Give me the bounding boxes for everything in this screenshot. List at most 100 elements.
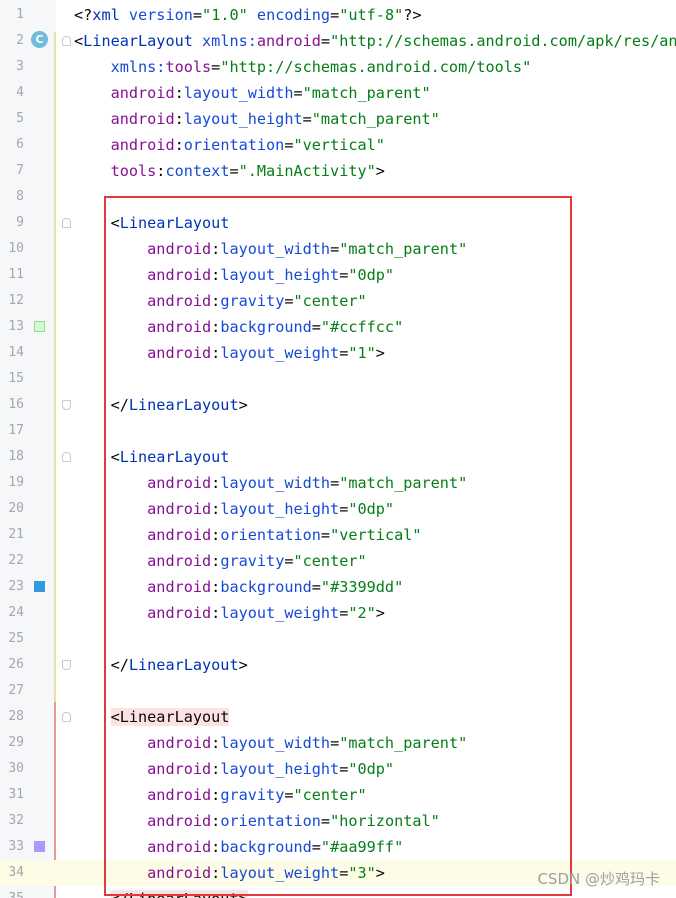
line-number: 1 [16, 7, 24, 22]
code-line[interactable]: 2 <LinearLayout xmlns:android="http://sch… [0, 28, 676, 54]
code-token: "http://schemas.android.com/tools" [220, 58, 532, 76]
line-number: 7 [16, 163, 24, 178]
fold-toggle-icon[interactable] [62, 36, 71, 46]
code-token: = [293, 84, 303, 102]
code-text: tools:context=".MainActivity"> [74, 158, 385, 184]
code-line[interactable]: 5 android:layout_height="match_parent" [0, 106, 676, 132]
line-number: 4 [16, 85, 24, 100]
line-number: 15 [8, 371, 24, 386]
code-token: = [302, 110, 312, 128]
code-token: "vertical" [293, 136, 385, 154]
fold-toggle-icon[interactable] [62, 400, 71, 410]
code-token: : [174, 136, 184, 154]
code-token: orientation [183, 136, 285, 154]
code-token: > [375, 162, 385, 180]
code-text: android:layout_width="match_parent" [74, 80, 431, 106]
line-number: 10 [8, 241, 24, 256]
color-swatch-icon-purple[interactable] [34, 841, 45, 852]
code-token: layout_width [183, 84, 294, 102]
code-token: "match_parent" [302, 84, 431, 102]
code-text: android:layout_height="match_parent" [74, 106, 440, 132]
line-number: 21 [8, 527, 24, 542]
fold-toggle-icon[interactable] [62, 452, 71, 462]
line-number: 32 [8, 813, 24, 828]
code-token: xml [92, 6, 129, 24]
line-number: 20 [8, 501, 24, 516]
code-token: "match_parent" [311, 110, 440, 128]
code-token: : [174, 110, 184, 128]
code-token: = [192, 6, 203, 24]
code-token: LinearLayout [83, 32, 203, 50]
code-token: tools [165, 58, 212, 76]
line-number: 3 [16, 59, 24, 74]
line-number: 33 [8, 839, 24, 854]
code-token: android [256, 32, 321, 50]
class-reference-icon[interactable]: C [31, 31, 48, 48]
code-token: android [110, 84, 175, 102]
line-number: 22 [8, 553, 24, 568]
code-editor[interactable]: 1 <?xml version="1.0" encoding="utf-8"?> 2… [0, 0, 676, 898]
code-token: layout_height [183, 110, 303, 128]
code-token: encoding [256, 6, 331, 24]
code-token: ?> [403, 6, 422, 24]
code-line[interactable]: 7 tools:context=".MainActivity"> [0, 158, 676, 184]
line-number: 5 [16, 111, 24, 126]
code-token: version [128, 6, 193, 24]
line-number: 9 [16, 215, 24, 230]
code-token: "utf-8" [339, 6, 404, 24]
watermark: CSDN @炒鸡玛卡 [537, 870, 660, 888]
line-number: 13 [8, 319, 24, 334]
code-token: context [165, 162, 230, 180]
code-token: "1.0" [202, 6, 248, 24]
code-token: <? [74, 6, 93, 24]
fold-toggle-icon[interactable] [62, 712, 71, 722]
line-number: 19 [8, 475, 24, 490]
code-token: tools [110, 162, 157, 180]
code-text: <LinearLayout xmlns:android="http://sche… [74, 28, 676, 54]
code-token: "http://schemas.android.com/apk/res/and [330, 32, 676, 50]
code-token: xmlns: [110, 58, 166, 76]
line-number: 6 [16, 137, 24, 152]
color-swatch-icon-green[interactable] [34, 321, 45, 332]
line-number: 23 [8, 579, 24, 594]
code-line[interactable]: 1 <?xml version="1.0" encoding="utf-8"?> [0, 2, 676, 28]
line-number: 30 [8, 761, 24, 776]
code-token: : [174, 84, 184, 102]
code-line[interactable]: 3 xmlns:tools="http://schemas.android.co… [0, 54, 676, 80]
code-token: xmlns: [202, 32, 257, 50]
code-text: <?xml version="1.0" encoding="utf-8"?> [74, 2, 422, 28]
line-number: 16 [8, 397, 24, 412]
line-number: 25 [8, 631, 24, 646]
code-token: < [74, 32, 84, 50]
code-token: = [229, 162, 239, 180]
highlight-annotation-box [104, 196, 572, 896]
color-swatch-icon-blue[interactable] [34, 581, 45, 592]
code-token: android [110, 136, 175, 154]
fold-toggle-icon[interactable] [62, 218, 71, 228]
code-line[interactable]: 4 android:layout_width="match_parent" [0, 80, 676, 106]
code-token: android [110, 110, 175, 128]
code-token: = [211, 58, 221, 76]
line-number: 26 [8, 657, 24, 672]
line-number: 34 [8, 865, 24, 880]
line-number: 28 [8, 709, 24, 724]
line-number: 11 [8, 267, 24, 282]
line-number: 24 [8, 605, 24, 620]
line-number: 29 [8, 735, 24, 750]
line-number: 17 [8, 423, 24, 438]
code-line[interactable]: 6 android:orientation="vertical" [0, 132, 676, 158]
fold-toggle-icon[interactable] [62, 660, 71, 670]
line-number: 18 [8, 449, 24, 464]
code-token: = [330, 6, 340, 24]
code-token: = [284, 136, 294, 154]
line-number: 35 [0, 886, 24, 898]
line-number: 2 [16, 33, 24, 48]
line-number: 14 [8, 345, 24, 360]
line-number: 8 [16, 189, 24, 204]
